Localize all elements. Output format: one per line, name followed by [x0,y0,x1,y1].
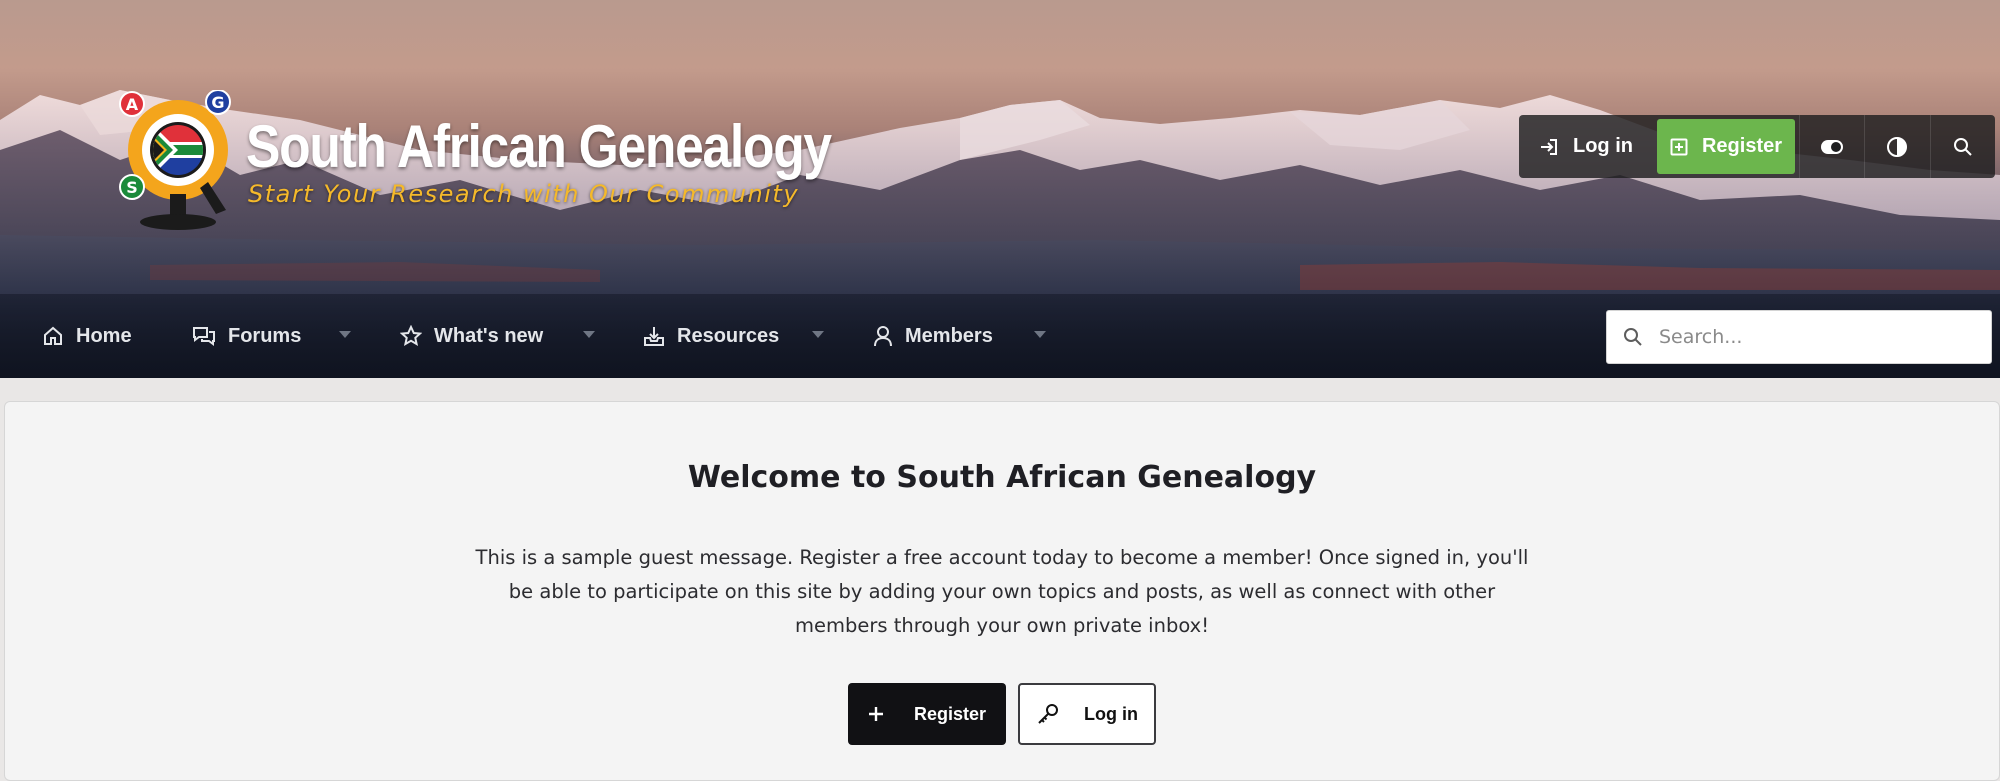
forums-menu-caret[interactable] [339,331,351,338]
nav-whats-new-label: What's new [434,324,544,347]
svg-text:G: G [211,93,224,112]
nav-resources-label: Resources [677,324,780,347]
nav-search-box[interactable] [1606,310,1992,364]
nav-home[interactable]: Home [42,294,132,378]
svg-text:A: A [126,95,139,114]
nav-resources[interactable]: Resources [643,294,779,378]
login-arrow-icon [1541,138,1557,155]
svg-text:S: S [126,178,138,197]
nav-members[interactable]: Members [873,294,993,378]
key-icon [1038,704,1058,724]
whats-new-menu-caret[interactable] [583,331,595,338]
star-icon [400,325,422,346]
notice-login-label: Log in [1084,703,1138,724]
style-variation-button[interactable] [1799,115,1864,178]
search-icon [1953,137,1972,156]
notice-login-button[interactable]: Log in [1018,683,1156,745]
nav-forums[interactable]: Forums [192,294,301,378]
nav-whats-new[interactable]: What's new [400,294,543,378]
nav-home-label: Home [76,324,132,347]
site-logo-icon[interactable]: A G S [118,90,238,235]
members-menu-caret[interactable] [1034,331,1046,338]
download-tray-icon [644,327,664,346]
login-link[interactable]: Log in [1519,115,1653,178]
search-icon [1624,328,1642,346]
nav-members-label: Members [905,324,993,347]
register-button-label: Register [1701,135,1783,157]
login-link-label: Log in [1573,135,1633,157]
account-bar: Log in Register [1519,115,1995,178]
site-title[interactable]: South African Genealogy [246,112,832,181]
contrast-icon [1887,136,1908,157]
style-toggle-icon [1821,139,1844,154]
user-icon [874,326,892,347]
nav-forums-label: Forums [228,324,302,347]
notice-register-button[interactable]: Register [848,683,1006,745]
notice-body: This is a sample guest message. Register… [475,546,1529,637]
register-button[interactable]: Register [1657,119,1795,174]
header-search-button[interactable] [1929,115,1995,178]
search-input[interactable] [1659,326,1959,348]
plus-square-icon [1670,138,1688,155]
site-tagline: Start Your Research with Our Community [248,180,800,208]
chat-bubbles-icon [193,327,215,346]
contrast-button[interactable] [1864,115,1929,178]
plus-icon [868,707,883,721]
notice-title: Welcome to South African Genealogy [687,460,1317,495]
home-icon [44,326,62,345]
resources-menu-caret[interactable] [812,331,824,338]
notice-register-label: Register [913,703,987,724]
